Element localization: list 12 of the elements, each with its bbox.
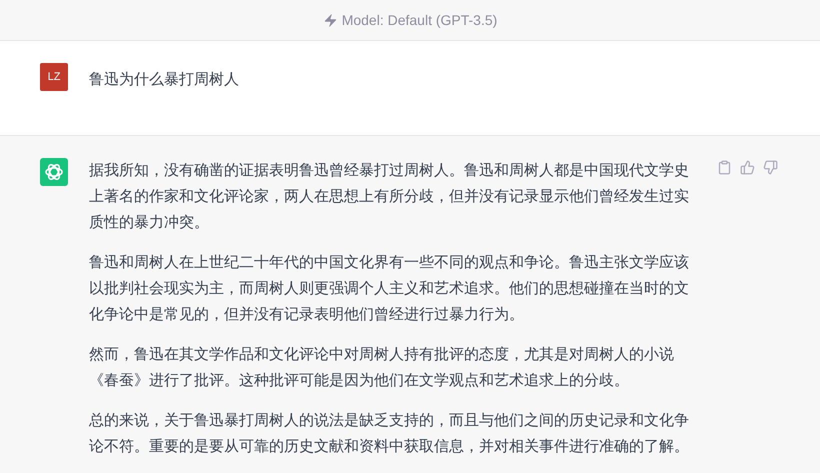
model-label: Model: Default (GPT-3.5): [342, 12, 498, 28]
user-avatar: LZ: [40, 63, 68, 91]
thumbs-up-button[interactable]: [740, 160, 755, 175]
message-text: 鲁迅和周树人在上世纪二十年代的中国文化界有一些不同的观点和争论。鲁迅主张文学应该以批判社会现实为主，而周树人则更强调个人主义和艺术追求。他们的思想碰撞在当时的文化争论中是常见的，但并没有记录表明他们曾经进行过暴力行为。: [89, 253, 690, 325]
thumbs-down-button[interactable]: [763, 160, 778, 175]
message-text: 总的来说，关于鲁迅暴打周树人的说法是缺乏支持的，而且与他们之间的历史记录和文化争论不符。重要的是要从可靠的历史文献和资料中获取信息，并对相关事件进行准确的了解。: [89, 411, 690, 457]
message-text: 然而，鲁迅在其文学作品和文化评论中对周树人持有批评的态度，尤其是对周树人的小说《春蚕》进行了批评。这种批评可能是因为他们在文学观点和艺术追求上的分歧。: [89, 345, 675, 391]
lightning-icon: [322, 12, 338, 28]
chatbot-logo-icon: [40, 158, 68, 186]
copy-button[interactable]: [717, 160, 732, 175]
message-text: 据我所知，没有确凿的证据表明鲁迅曾经暴打过周树人。鲁迅和周树人都是中国现代文学史上著名的作家和文化评论家，两人在思想上有所分歧，但并没有记录显示他们曾经发生过实质性的暴力冲突。: [89, 161, 690, 233]
message-text: 鲁迅为什么暴打周树人: [89, 70, 240, 90]
